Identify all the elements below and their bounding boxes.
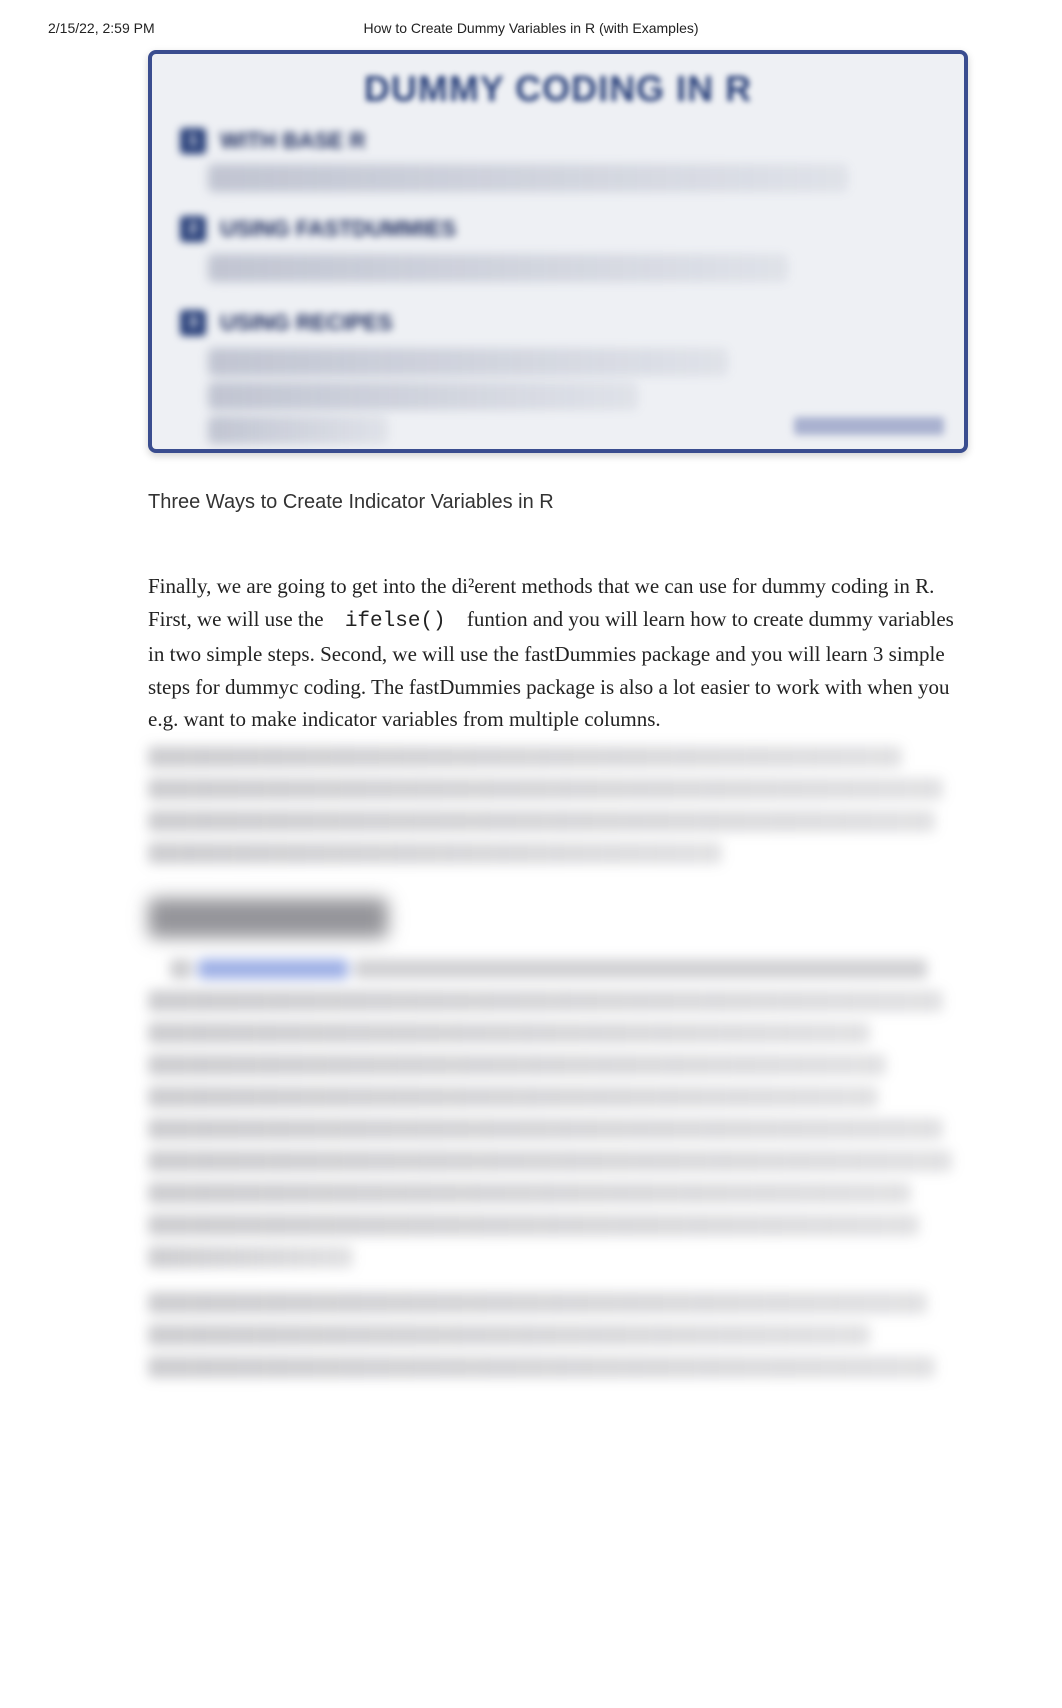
article-body: DUMMY CODING IN R 1 WITH BASE R 2 USING … [148, 18, 968, 1648]
figure-section-1: 1 WITH BASE R [180, 128, 366, 154]
figure-code-blur-1 [208, 164, 848, 192]
blurred-line [148, 1182, 911, 1204]
blurred-paragraph [148, 1292, 968, 1378]
figure-section-3: 3 USING RECIPES [180, 310, 393, 336]
figure-section-1-num: 1 [180, 128, 206, 154]
blurred-paragraph [148, 958, 968, 1268]
figure-source-link [794, 417, 944, 435]
figure-section-3-label: USING RECIPES [220, 310, 392, 335]
blurred-heading [148, 898, 388, 938]
blurred-line [148, 778, 943, 800]
blurred-line [148, 1324, 870, 1346]
blurred-line [148, 842, 722, 864]
blurred-line [148, 990, 943, 1012]
figure-caption: Three Ways to Create Indicator Variables… [148, 491, 968, 514]
page-bottom-whitespace [148, 1388, 968, 1648]
header-title: How to Create Dummy Variables in R (with… [0, 20, 1062, 36]
figure-code-blur-4 [208, 382, 638, 410]
blurred-line [148, 1292, 927, 1314]
figure-dummy-coding: DUMMY CODING IN R 1 WITH BASE R 2 USING … [148, 50, 968, 453]
blurred-line [148, 1150, 952, 1172]
locked-content [148, 746, 968, 1378]
blurred-link[interactable] [198, 959, 348, 979]
blurred-line [148, 1214, 919, 1236]
blurred-line [148, 1246, 353, 1268]
figure-title: DUMMY CODING IN R [152, 68, 964, 110]
figure-section-2: 2 USING FASTDUMMIES [180, 216, 456, 242]
figure-section-1-label: WITH BASE R [220, 128, 365, 153]
blurred-line [148, 1022, 870, 1044]
blurred-line [148, 1118, 943, 1140]
figure-section-2-label: USING FASTDUMMIES [220, 216, 456, 241]
figure-code-blur-5 [208, 416, 388, 444]
blurred-line [148, 1086, 878, 1108]
figure-section-3-num: 3 [180, 310, 206, 336]
inline-code-ifelse: ifelse() [329, 610, 462, 633]
figure-code-blur-2 [208, 254, 788, 282]
intro-paragraph: Finally, we are going to get into the di… [148, 570, 968, 736]
figure-code-blur-3 [208, 348, 728, 376]
blurred-line [148, 810, 935, 832]
blurred-line [148, 746, 902, 768]
blurred-line [148, 1356, 935, 1378]
figure-section-2-num: 2 [180, 216, 206, 242]
blurred-line [148, 1054, 886, 1076]
